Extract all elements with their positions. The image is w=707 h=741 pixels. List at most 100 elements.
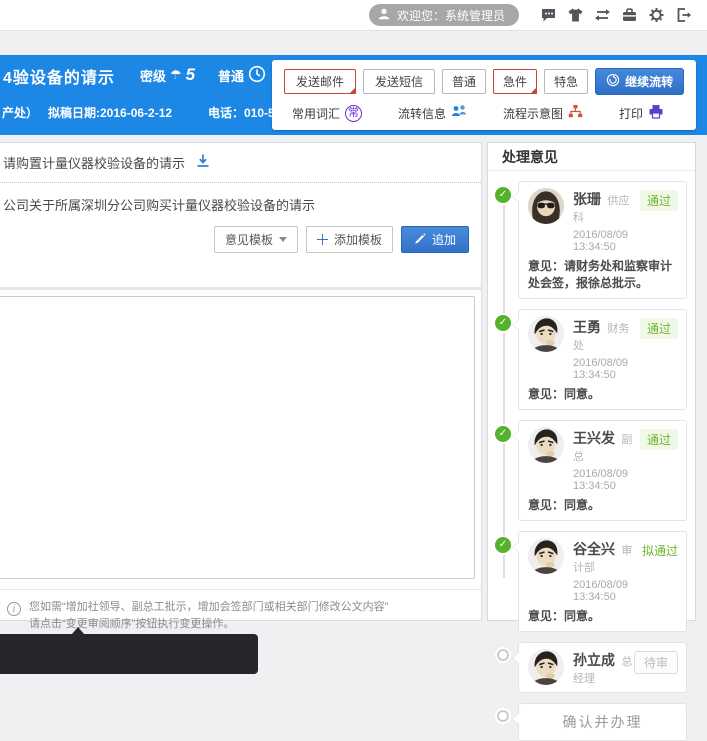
opinion-toolbar: 意见模板 添加模板 追加 — [0, 216, 481, 263]
priority-extra-urgent-button[interactable]: 特急 — [544, 69, 588, 94]
plus-icon — [317, 234, 328, 245]
add-template-label: 添加模板 — [334, 231, 382, 248]
continue-flow-button[interactable]: 继续流转 — [595, 68, 684, 95]
chevron-down-icon — [279, 237, 287, 242]
notice-line-1: 您如需“增加社领导、副总工批示，增加会签部门或相关部门修改公文内容” — [29, 599, 469, 616]
attachment-row: 请购置计量仪器校验设备的请示 — [0, 143, 481, 183]
approval-timeline: 张珊 供应科 2016/08/09 13:34:50 通过 意见：请财务处和监察… — [488, 171, 695, 741]
document-main-panel: 请购置计量仪器校验设备的请示 公司关于所属深圳分公司购买计量仪器校验设备的请示 … — [0, 142, 482, 621]
opinion-card: 张珊 供应科 2016/08/09 13:34:50 通过 意见：请财务处和监察… — [518, 181, 687, 299]
opinion-item: 王兴发 副总 2016/08/09 13:34:50 通过 意见：同意。 — [518, 420, 687, 521]
flow-diagram-label: 流程示意图 — [503, 105, 563, 122]
approver-name: 谷全兴 — [573, 541, 615, 557]
append-button[interactable]: 追加 — [401, 226, 469, 253]
avatar — [528, 316, 564, 352]
opinion-textarea[interactable] — [0, 296, 475, 579]
topbar: 欢迎您：系统管理员 — [0, 0, 707, 31]
opinion-card: 孙立成 总经理 待审 — [518, 642, 687, 693]
tooltip — [0, 634, 258, 674]
priority-normal-button[interactable]: 普通 — [442, 69, 486, 94]
page-title: 4验设备的请示 — [3, 64, 115, 88]
divider — [0, 287, 481, 290]
opinion-card: 王勇 财务处 2016/08/09 13:34:50 通过 意见：同意。 — [518, 309, 687, 410]
confirm-button[interactable]: 确认并办理 — [518, 703, 687, 741]
welcome-pill[interactable]: 欢迎您：系统管理员 — [369, 4, 519, 26]
security-level-value: 5 — [186, 65, 195, 85]
header-action-panel: 发送邮件 发送短信 普通 急件 特急 继续流转 常用词汇 常 流转信息 — [272, 60, 696, 130]
opinion-template-label: 意见模板 — [225, 231, 273, 248]
add-template-button[interactable]: 添加模板 — [306, 226, 393, 253]
clock-icon — [248, 65, 266, 86]
logout-icon[interactable] — [670, 2, 697, 29]
avatar — [528, 188, 564, 224]
avatar — [528, 649, 564, 685]
opinion-text: 意见：同意。 — [528, 386, 678, 403]
opinion-template-button[interactable]: 意见模板 — [214, 226, 298, 253]
pending-node-icon — [497, 649, 509, 661]
settings-icon[interactable] — [643, 2, 670, 29]
opinion-item: 王勇 财务处 2016/08/09 13:34:50 通过 意见：同意。 — [518, 309, 687, 410]
welcome-text: 欢迎您：系统管理员 — [397, 7, 505, 24]
timeline-line — [503, 195, 505, 578]
check-icon — [495, 537, 511, 553]
status-badge: 待审 — [634, 651, 678, 674]
security-level-group: 密级 ☂ 5 — [140, 65, 195, 85]
meta-org: 产处） — [2, 104, 38, 121]
approver-name: 王勇 — [573, 319, 601, 335]
check-icon — [495, 187, 511, 203]
umbrella-icon: ☂ — [170, 68, 182, 83]
send-email-button[interactable]: 发送邮件 — [284, 69, 356, 94]
approval-time: 2016/08/09 13:34:50 — [573, 468, 640, 492]
approver-name: 张珊 — [573, 191, 601, 207]
append-label: 追加 — [432, 231, 456, 248]
opinion-card: 王兴发 副总 2016/08/09 13:34:50 通过 意见：同意。 — [518, 420, 687, 521]
info-icon — [7, 602, 21, 616]
opinion-text: 意见：请财务处和监察审计处会签，报徐总批示。 — [528, 258, 678, 292]
approver-name: 孙立成 — [573, 652, 615, 668]
opinion-item: 谷全兴 审计部 2016/08/09 13:34:50 拟通过 意见：同意。 — [518, 531, 687, 632]
theme-icon[interactable] — [562, 2, 589, 29]
check-icon — [495, 426, 511, 442]
status-badge: 通过 — [640, 318, 678, 339]
priority-label: 普通 — [218, 66, 244, 85]
avatar — [528, 427, 564, 463]
opinion-item: 张珊 供应科 2016/08/09 13:34:50 通过 意见：请财务处和监察… — [518, 181, 687, 299]
common-words-icon: 常 — [345, 105, 362, 122]
status-badge: 通过 — [640, 429, 678, 450]
avatar — [528, 538, 564, 574]
print-link[interactable]: 打印 — [619, 104, 664, 122]
opinion-item: 孙立成 总经理 待审 — [518, 642, 687, 693]
common-words-label: 常用词汇 — [292, 105, 340, 122]
common-words-link[interactable]: 常用词汇 常 — [292, 105, 362, 122]
opinion-card: 谷全兴 审计部 2016/08/09 13:34:50 拟通过 意见：同意。 — [518, 531, 687, 632]
document-title-line: 公司关于所属深圳分公司购买计量仪器校验设备的请示 — [0, 183, 481, 216]
refresh-icon — [606, 73, 620, 90]
send-sms-button[interactable]: 发送短信 — [363, 69, 435, 94]
opinion-text: 意见：同意。 — [528, 497, 678, 514]
download-icon[interactable] — [195, 153, 211, 172]
flow-info-label: 流转信息 — [398, 105, 446, 122]
sidebar-title: 处理意见 — [488, 143, 695, 171]
chat-icon[interactable] — [535, 2, 562, 29]
print-label: 打印 — [619, 105, 643, 122]
flow-info-link[interactable]: 流转信息 — [398, 104, 467, 122]
confirm-item: 确认并办理 — [518, 703, 687, 741]
priority-urgent-button[interactable]: 急件 — [493, 69, 537, 94]
status-badge: 拟通过 — [642, 540, 678, 561]
printer-icon — [648, 104, 664, 122]
check-icon — [495, 315, 511, 331]
attachment-title[interactable]: 请购置计量仪器校验设备的请示 — [3, 153, 185, 172]
transfer-icon[interactable] — [589, 2, 616, 29]
pending-node-icon — [497, 710, 509, 722]
sitemap-icon — [568, 104, 583, 122]
pen-icon — [414, 232, 426, 247]
priority-group: 普通 — [218, 65, 266, 86]
people-icon — [451, 104, 467, 122]
continue-flow-label: 继续流转 — [625, 73, 673, 90]
approval-time: 2016/08/09 13:34:50 — [573, 357, 640, 381]
flow-diagram-link[interactable]: 流程示意图 — [503, 104, 583, 122]
security-label: 密级 — [140, 66, 166, 85]
briefcase-icon[interactable] — [616, 2, 643, 29]
approver-name: 王兴发 — [573, 430, 615, 446]
opinions-sidebar: 处理意见 张珊 供应科 2016/08/09 13:34:50 — [487, 142, 696, 621]
